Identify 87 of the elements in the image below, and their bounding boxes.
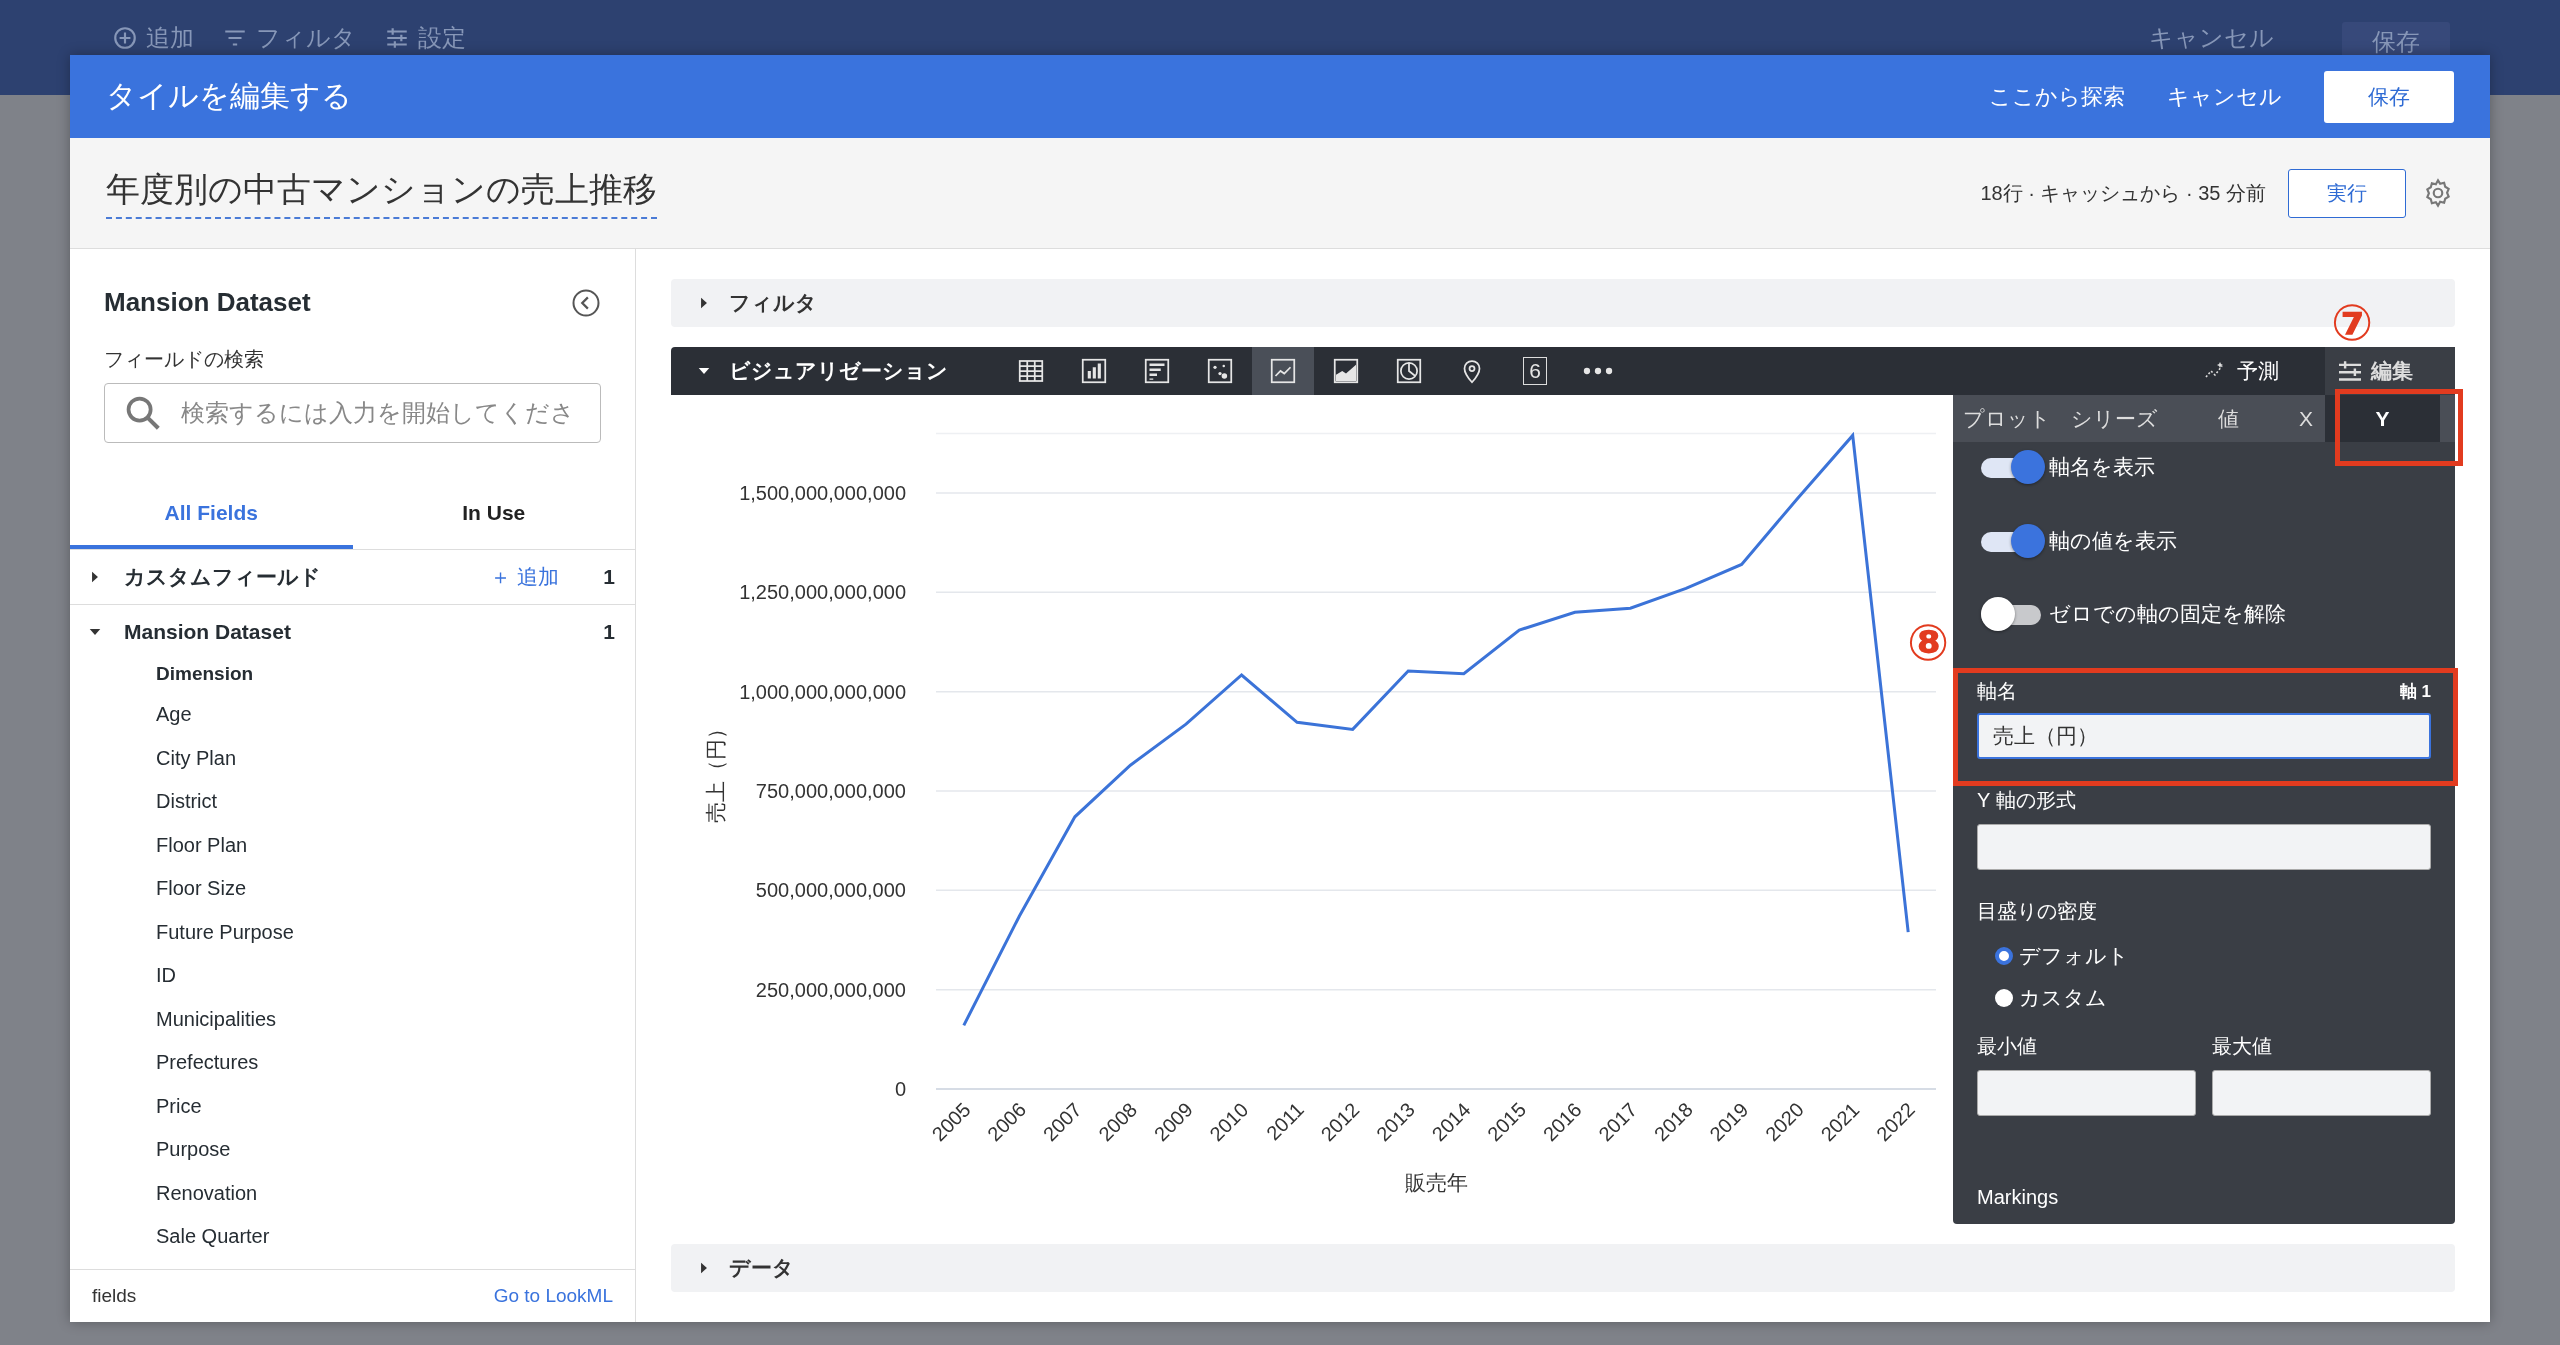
toggle-switch[interactable] bbox=[1981, 450, 2047, 484]
radio-button[interactable] bbox=[1995, 989, 2013, 1007]
format-field[interactable] bbox=[1977, 824, 2431, 870]
axis-number-label: 軸 1 bbox=[2399, 681, 2431, 703]
toggle-label: 軸名を表示 bbox=[2049, 454, 2155, 480]
y-axis-label: 1,250,000,000,000 bbox=[739, 581, 906, 604]
field-label: 目盛りの密度 bbox=[1977, 899, 2098, 924]
settings-tab[interactable]: プロット bbox=[1953, 395, 2061, 442]
chart-type-button[interactable]: 6 bbox=[1504, 347, 1566, 395]
add-link[interactable]: ＋ 追加 bbox=[490, 563, 560, 591]
field-label: 軸名 bbox=[1977, 679, 2018, 704]
field-item[interactable]: Prefectures bbox=[70, 1045, 635, 1089]
field-label: 最小値 bbox=[1977, 1034, 2038, 1059]
search-icon bbox=[126, 396, 160, 430]
section-label: ビジュアリゼーション bbox=[729, 358, 948, 384]
dataset-title: Mansion Dataset bbox=[104, 287, 312, 318]
footer-label: fields bbox=[92, 1285, 138, 1307]
group-label[interactable]: カスタムフィールド bbox=[124, 563, 491, 591]
area-chart-icon bbox=[1331, 356, 1361, 386]
bar-chart-icon bbox=[1079, 356, 1109, 386]
axis-name-field[interactable]: 売上（円） bbox=[1977, 713, 2431, 759]
radio-button[interactable] bbox=[1995, 947, 2013, 965]
tile-title-field[interactable]: 年度別の中古マンションの売上推移 bbox=[106, 167, 657, 219]
line-chart-icon bbox=[1268, 356, 1298, 386]
section-label: データ bbox=[729, 1255, 794, 1281]
section-heading: Dimension bbox=[155, 662, 255, 686]
field-item[interactable]: Future Purpose bbox=[70, 914, 635, 958]
run-button[interactable]: 実行 bbox=[2288, 168, 2406, 218]
lookml-link[interactable]: Go to LookML bbox=[493, 1285, 613, 1307]
field-item[interactable]: District bbox=[70, 784, 635, 828]
x-axis-title: 販売年 bbox=[1404, 1171, 1468, 1195]
cache-status: 18行 · キャッシュから · 35 分前 bbox=[1980, 180, 2266, 206]
y-axis-title: 売上（円） bbox=[704, 717, 728, 823]
field-count: 1 bbox=[603, 565, 615, 589]
settings-tab[interactable]: シリーズ bbox=[2061, 395, 2168, 442]
field-count: 1 bbox=[603, 620, 615, 644]
y-axis-label: 0 bbox=[894, 1078, 906, 1100]
field-item[interactable]: Age bbox=[70, 697, 635, 741]
search-field[interactable]: 検索するには入力を開始してくださ bbox=[104, 383, 601, 443]
y-axis-label: 250,000,000,000 bbox=[755, 978, 906, 1001]
toggle-label: 軸の値を表示 bbox=[2049, 527, 2177, 554]
sliders-icon[interactable] bbox=[384, 25, 410, 51]
settings-tab[interactable]: X bbox=[2289, 395, 2323, 442]
y-axis-label: 500,000,000,000 bbox=[755, 879, 906, 902]
toggle-switch[interactable] bbox=[1981, 523, 2047, 558]
field-item[interactable]: Floor Plan bbox=[70, 827, 635, 871]
bar-chart-icon bbox=[1142, 356, 1172, 386]
group-label[interactable]: Mansion Dataset bbox=[124, 620, 604, 644]
number-field[interactable] bbox=[1977, 1070, 2196, 1116]
forecast-button[interactable]: 予測 bbox=[2237, 357, 2279, 385]
radio-label: カスタム bbox=[2019, 985, 2107, 1011]
field-label: 最大値 bbox=[2212, 1034, 2273, 1059]
section-heading: Markings bbox=[1977, 1186, 2060, 1209]
radio-label: デフォルト bbox=[2019, 943, 2129, 969]
save-button[interactable]: 保存 bbox=[2324, 70, 2454, 123]
settings-tab[interactable]: 値 bbox=[2208, 395, 2249, 442]
collapse-icon[interactable] bbox=[571, 287, 601, 318]
chart-type-button[interactable] bbox=[1252, 347, 1314, 395]
field-label: Y 軸の形式 bbox=[1977, 788, 2077, 813]
toggle-label: ゼロでの軸の固定を解除 bbox=[2049, 600, 2286, 627]
field-item[interactable]: ID bbox=[70, 958, 635, 1002]
y-axis-label: 1,500,000,000,000 bbox=[739, 482, 906, 504]
dialog-title: タイルを編集する bbox=[106, 78, 353, 114]
more-icon bbox=[1583, 367, 1613, 375]
field-item[interactable]: Municipalities bbox=[70, 1001, 635, 1045]
tab[interactable]: In Use bbox=[352, 493, 635, 549]
number-field[interactable] bbox=[2212, 1070, 2431, 1116]
field-item[interactable]: Floor Size bbox=[70, 871, 635, 915]
section-bar[interactable]: データ bbox=[671, 1244, 2455, 1292]
field-item[interactable]: Price bbox=[70, 1088, 635, 1132]
pie-chart-icon bbox=[1394, 356, 1424, 386]
scatter-chart-icon bbox=[1205, 356, 1235, 386]
field-item[interactable]: Sale Quarter bbox=[70, 1219, 635, 1263]
field-item[interactable]: Purpose bbox=[70, 1132, 635, 1176]
add-icon[interactable] bbox=[112, 25, 138, 51]
search-label: フィールドの検索 bbox=[104, 347, 265, 372]
y-axis-label: 750,000,000,000 bbox=[755, 780, 906, 802]
step-number: ⑧ bbox=[1907, 618, 1950, 668]
explore-link[interactable]: ここから探索 bbox=[1989, 81, 2125, 112]
sliders-icon bbox=[2339, 360, 2361, 382]
cancel-link[interactable]: キャンセル bbox=[2167, 81, 2282, 112]
tab[interactable]: All Fields bbox=[70, 493, 353, 549]
y-axis-label: 1,000,000,000,000 bbox=[739, 680, 906, 703]
section-label: フィルタ bbox=[729, 290, 817, 316]
settings-tab[interactable]: Y bbox=[2325, 395, 2440, 442]
field-item[interactable]: Renovation bbox=[70, 1175, 635, 1219]
field-item[interactable]: City Plan bbox=[70, 740, 635, 784]
